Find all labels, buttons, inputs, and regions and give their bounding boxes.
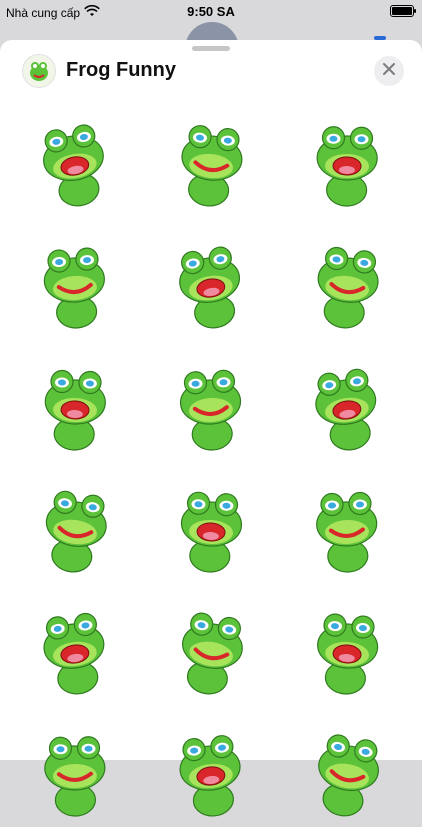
frog-sticker-art [44,369,106,451]
frog-sticker-art [179,735,241,817]
frog-sticker-art [179,369,242,451]
frog-sticker-art [316,491,378,573]
battery-icon [390,5,416,17]
frog-sticker-art [181,612,243,695]
sticker-frog-partial[interactable] [161,722,261,822]
frog-sticker-art [43,124,104,207]
frog-sticker-art [318,734,379,817]
sticker-frog-eating-chicken-beer[interactable] [161,478,261,578]
frog-sticker-art [180,491,243,573]
frog-sticker-art [44,736,106,817]
sticker-frog-thumbs-up[interactable] [297,600,397,700]
sticker-frog-pair-talking[interactable] [297,234,397,334]
frog-sticker-art [317,613,379,695]
close-button[interactable] [374,56,404,86]
sticker-frog-food[interactable] [297,722,397,822]
sticker-frog-with-fan[interactable] [161,600,261,700]
sticker-pack-title: Frog Funny [66,59,176,81]
sticker-frog-couple-dinner[interactable] [25,356,125,456]
sticker-frog-thinking[interactable] [297,356,397,456]
frog-sticker-icon [22,54,56,88]
sticker-frog-crying[interactable] [161,112,261,212]
sticker-frog-walking-dog[interactable] [25,234,125,334]
frog-sticker-art [179,246,241,329]
clock: 9:50 SA [187,4,235,19]
sticker-frog-with-pizza-box[interactable] [25,478,125,578]
sticker-frog-with-heart-balloon[interactable] [161,234,261,334]
sticker-frog-tongue-out[interactable] [161,356,261,456]
close-icon [383,62,395,80]
sticker-frog-yelling[interactable] [25,600,125,700]
frog-sticker-art [43,612,105,695]
frog-sticker-art [43,247,105,329]
frog-sticker-art [181,125,243,207]
sheet-grabber[interactable] [192,46,230,51]
sticker-sheet: Frog Funny [0,40,422,817]
frog-sticker-art [315,368,377,451]
frog-sticker-art [45,490,107,573]
sticker-frog-music[interactable] [25,722,125,822]
sticker-frog-excited[interactable] [297,478,397,578]
frog-sticker-art [317,246,379,329]
sticker-frog-waving[interactable] [297,112,397,212]
sticker-frog-shopping-bags[interactable] [25,112,125,212]
frog-sticker-art [316,126,378,207]
